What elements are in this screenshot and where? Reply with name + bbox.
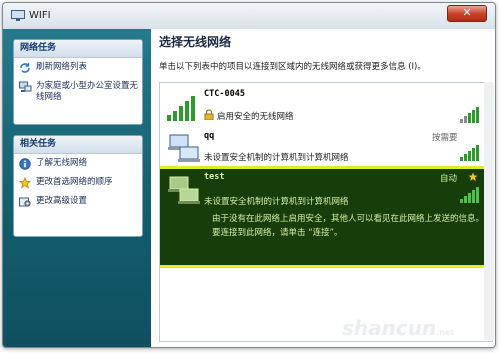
related-tasks-header: 相关任务: [14, 136, 142, 154]
page-title: 选择无线网络: [159, 35, 232, 49]
related-tasks-panel: 相关任务 了解无线网络 更改首选网络的顺序 更改高级设置: [13, 135, 143, 237]
network-security: 未设置安全机制的计算机到计算机网络: [204, 153, 349, 163]
refresh-icon: [20, 63, 30, 73]
window-title: WIFI: [29, 10, 51, 21]
advanced-settings-label: 更改高级设置: [36, 196, 88, 206]
instructions-text: 单击以下列表中的项目以连接到区域内的无线网络或获得更多信息 (I)。: [159, 62, 426, 72]
learn-wireless-label: 了解无线网络: [36, 158, 88, 168]
refresh-network-list-label: 刷新网络列表: [36, 62, 88, 72]
network-tasks-panel: 网络任务 刷新网络列表 为家庭或小型办公室设置无线网络: [13, 39, 143, 125]
connection-status: 按需要: [432, 133, 458, 143]
lock-icon: [204, 109, 214, 120]
signal-bars-icon: [460, 145, 479, 161]
network-tasks-header: 网络任务: [14, 40, 142, 58]
vertical-scrollbar[interactable]: [484, 82, 494, 340]
security-warning-line1: 由于没有在此网络上启用安全，其他人可以看见在此网络上发送的信息。: [212, 214, 485, 224]
network-name: test: [204, 172, 225, 182]
signal-bars-icon: [460, 107, 479, 123]
star-icon: [19, 177, 31, 189]
network-name: CTC-0045: [204, 89, 245, 99]
connection-status: 自动: [440, 174, 458, 184]
learn-wireless-link[interactable]: 了解无线网络: [14, 154, 142, 173]
setup-home-network-link[interactable]: 为家庭或小型办公室设置无线网络: [14, 77, 142, 107]
network-list: CTC-0045 启用安全的无线网络 qq 按需要 未设置安全机制的计算机到计算…: [159, 82, 493, 342]
change-network-order-link[interactable]: 更改首选网络的顺序: [14, 173, 142, 192]
computer-to-computer-icon: [168, 176, 200, 204]
change-network-order-label: 更改首选网络的顺序: [36, 177, 113, 187]
network-item[interactable]: qq 按需要 未设置安全机制的计算机到计算机网络: [160, 129, 492, 165]
task-sidebar: 网络任务 刷新网络列表 为家庭或小型办公室设置无线网络 相关任务 了解无线网络 …: [3, 29, 151, 347]
refresh-network-list-link[interactable]: 刷新网络列表: [14, 58, 142, 77]
watermark-sub: .net: [436, 328, 455, 337]
security-warning-line2: 要连接到此网络，请单击 “连接”。: [212, 228, 343, 238]
watermark-text: shancun: [342, 316, 437, 340]
wireless-network-window: WIFI ✕ 网络任务 刷新网络列表 为家庭或小型办公室设置无线网络 相关任务 …: [2, 2, 496, 348]
star-icon: [468, 172, 478, 181]
network-item[interactable]: CTC-0045 启用安全的无线网络: [160, 85, 492, 127]
network-icon: [11, 10, 25, 21]
network-item-selected[interactable]: test 自动 未设置安全机制的计算机到计算机网络 由于没有在此网络上启用安全，…: [160, 166, 492, 268]
setup-network-icon: [19, 81, 32, 92]
main-pane: 选择无线网络 单击以下列表中的项目以连接到区域内的无线网络或获得更多信息 (I)…: [151, 29, 495, 347]
setup-home-network-label: 为家庭或小型办公室设置无线网络: [36, 81, 139, 102]
advanced-settings-link[interactable]: 更改高级设置: [14, 192, 142, 211]
network-security: 未设置安全机制的计算机到计算机网络: [204, 197, 349, 207]
signal-bars-icon: [460, 187, 479, 203]
watermark: shancun.net: [342, 316, 454, 340]
network-security: 启用安全的无线网络: [217, 112, 294, 122]
close-button[interactable]: ✕: [447, 5, 487, 22]
title-bar: WIFI ✕: [3, 3, 495, 30]
signal-strength-icon: [167, 96, 195, 121]
settings-icon: [19, 197, 31, 207]
network-name: qq: [204, 131, 215, 141]
computer-to-computer-icon: [168, 134, 200, 162]
info-icon: [19, 158, 31, 170]
